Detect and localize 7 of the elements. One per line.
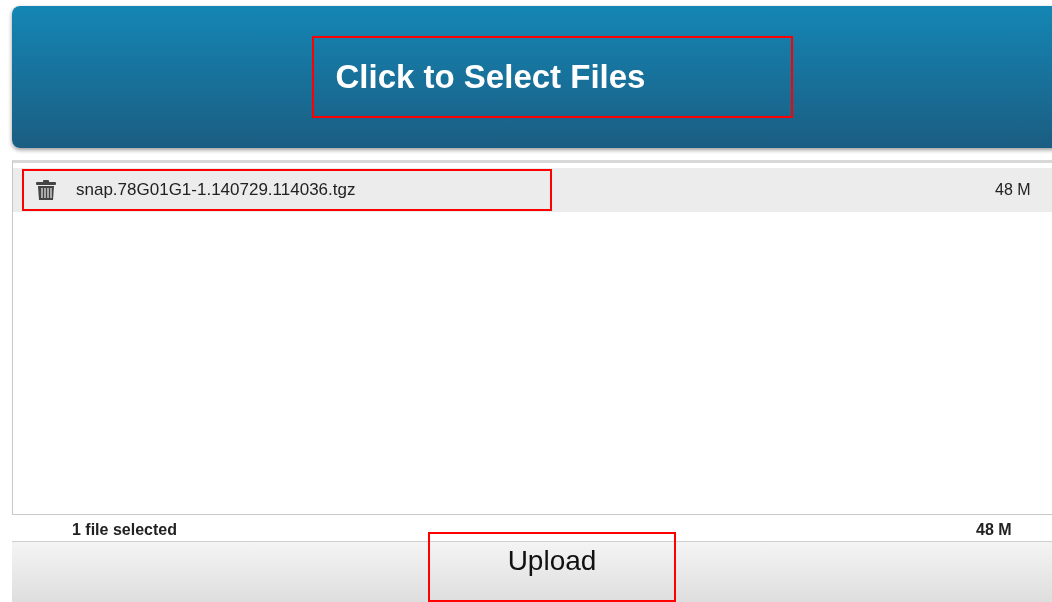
highlight-frame: Click to Select Files xyxy=(311,36,793,118)
trash-icon[interactable] xyxy=(35,180,57,200)
select-files-button[interactable]: Click to Select Files xyxy=(12,6,1052,148)
file-name: snap.78G01G1-1.140729.114036.tgz xyxy=(76,180,356,200)
highlight-frame: Upload xyxy=(428,532,676,602)
file-size: 48 M xyxy=(995,181,1032,199)
file-row[interactable]: snap.78G01G1-1.140729.114036.tgz 48 M xyxy=(13,168,1052,212)
